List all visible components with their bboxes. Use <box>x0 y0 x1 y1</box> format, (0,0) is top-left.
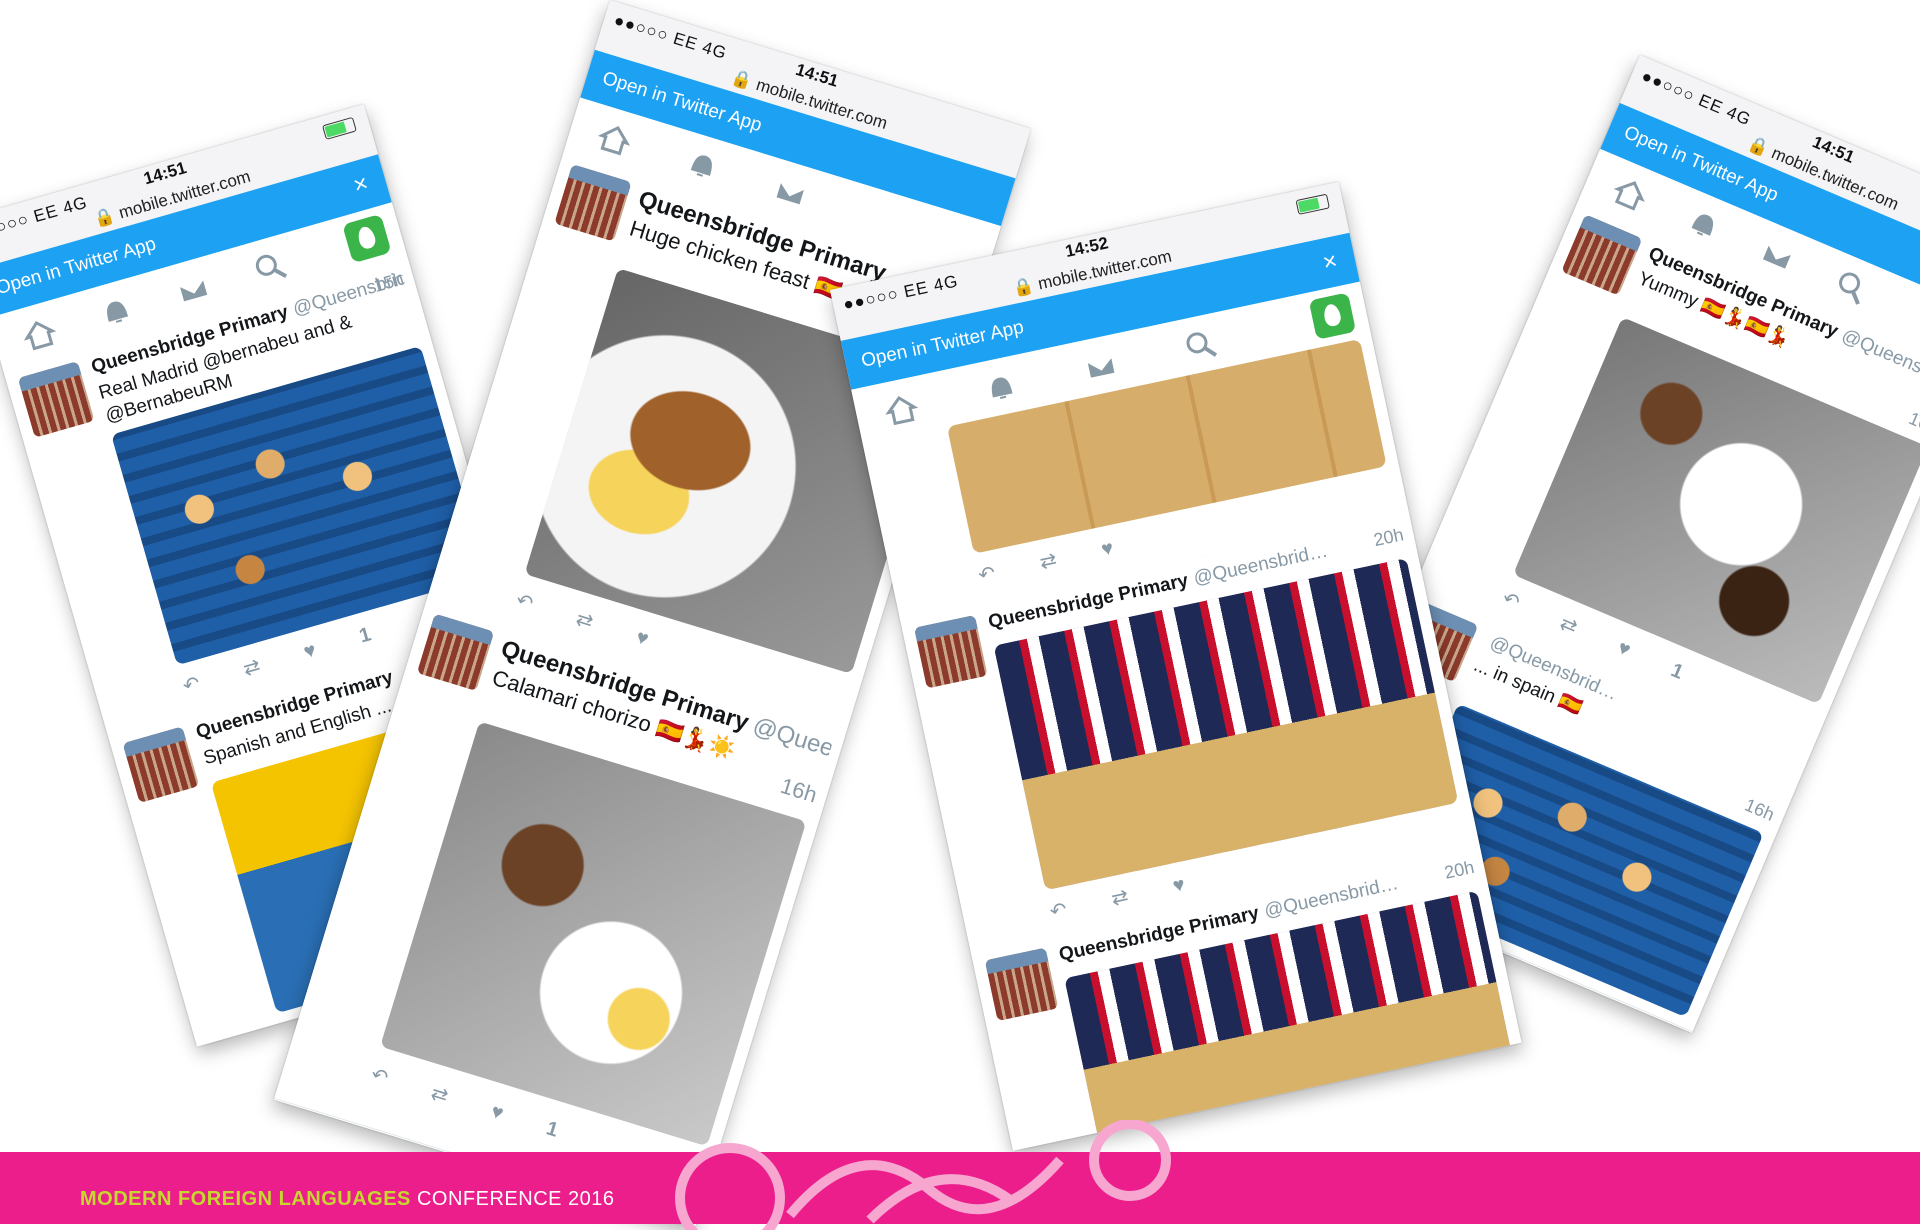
avatar[interactable] <box>416 613 495 692</box>
tweet-age: 15h <box>371 268 406 296</box>
search-icon[interactable] <box>1180 325 1220 365</box>
notifications-icon[interactable] <box>95 290 137 332</box>
avatar[interactable] <box>554 164 632 242</box>
reply-icon[interactable]: ↶ <box>976 562 997 587</box>
conference-title-rest: CONFERENCE 2016 <box>410 1188 615 1210</box>
like-count: 1 <box>543 1117 561 1142</box>
like-icon[interactable]: ♥ <box>1099 537 1115 561</box>
like-count: 1 <box>356 623 374 648</box>
messages-icon[interactable] <box>769 171 811 213</box>
like-icon[interactable]: ♥ <box>1171 873 1187 897</box>
conference-footer: MODERN FOREIGN LANGUAGES CONFERENCE 2016 <box>0 1120 1920 1230</box>
screenshot-phone-3: ●●○○○ EE 4G 14:52 🔒 mobile.twitter.com O… <box>830 181 1522 1151</box>
reply-icon[interactable]: ↶ <box>1499 588 1523 615</box>
like-icon[interactable]: ♥ <box>488 1100 506 1125</box>
reply-icon[interactable]: ↶ <box>1048 899 1069 924</box>
home-icon[interactable] <box>1608 171 1653 216</box>
notifications-icon[interactable] <box>1682 202 1727 247</box>
retweet-icon[interactable]: ⇄ <box>1557 612 1581 639</box>
avatar[interactable] <box>17 361 95 438</box>
reply-icon[interactable]: ↶ <box>368 1064 390 1090</box>
retweet-icon[interactable]: ⇄ <box>1109 886 1130 911</box>
close-icon[interactable]: × <box>1320 247 1340 277</box>
avatar[interactable] <box>1561 214 1643 296</box>
messages-icon[interactable] <box>1081 346 1121 386</box>
like-icon[interactable]: ♥ <box>301 639 318 663</box>
messages-icon[interactable] <box>172 268 214 310</box>
conference-logo <box>675 1120 1171 1230</box>
like-icon[interactable]: ♥ <box>633 626 651 651</box>
home-icon[interactable] <box>881 389 921 429</box>
like-icon[interactable]: ♥ <box>1614 637 1634 662</box>
tweet-age: 20h <box>1442 856 1477 883</box>
tweet-age: 16h <box>1905 408 1920 439</box>
messages-icon[interactable] <box>1755 233 1800 278</box>
avatar[interactable] <box>984 947 1059 1022</box>
like-count: 1 <box>1667 659 1687 684</box>
retweet-icon[interactable]: ⇄ <box>241 655 263 681</box>
search-icon[interactable] <box>1829 265 1874 310</box>
reply-icon[interactable]: ↶ <box>180 672 202 698</box>
profile-avatar[interactable] <box>342 213 392 264</box>
profile-avatar[interactable] <box>1308 292 1357 340</box>
search-icon[interactable] <box>249 246 291 288</box>
retweet-icon[interactable]: ⇄ <box>428 1082 450 1108</box>
close-icon[interactable]: × <box>350 170 371 201</box>
home-icon[interactable] <box>594 117 636 159</box>
home-icon[interactable] <box>18 312 60 354</box>
avatar[interactable] <box>122 726 200 804</box>
avatar[interactable] <box>914 615 988 689</box>
notifications-icon[interactable] <box>681 144 723 186</box>
retweet-icon[interactable]: ⇄ <box>1038 549 1059 574</box>
conference-title-strong: MODERN FOREIGN LANGUAGES <box>80 1188 411 1210</box>
reply-icon[interactable]: ↶ <box>513 589 535 615</box>
notifications-icon[interactable] <box>981 367 1021 407</box>
conference-title: MODERN FOREIGN LANGUAGES CONFERENCE 2016 <box>80 1188 615 1211</box>
retweet-icon[interactable]: ⇄ <box>573 608 595 634</box>
tweet-age: 20h <box>1371 524 1406 551</box>
